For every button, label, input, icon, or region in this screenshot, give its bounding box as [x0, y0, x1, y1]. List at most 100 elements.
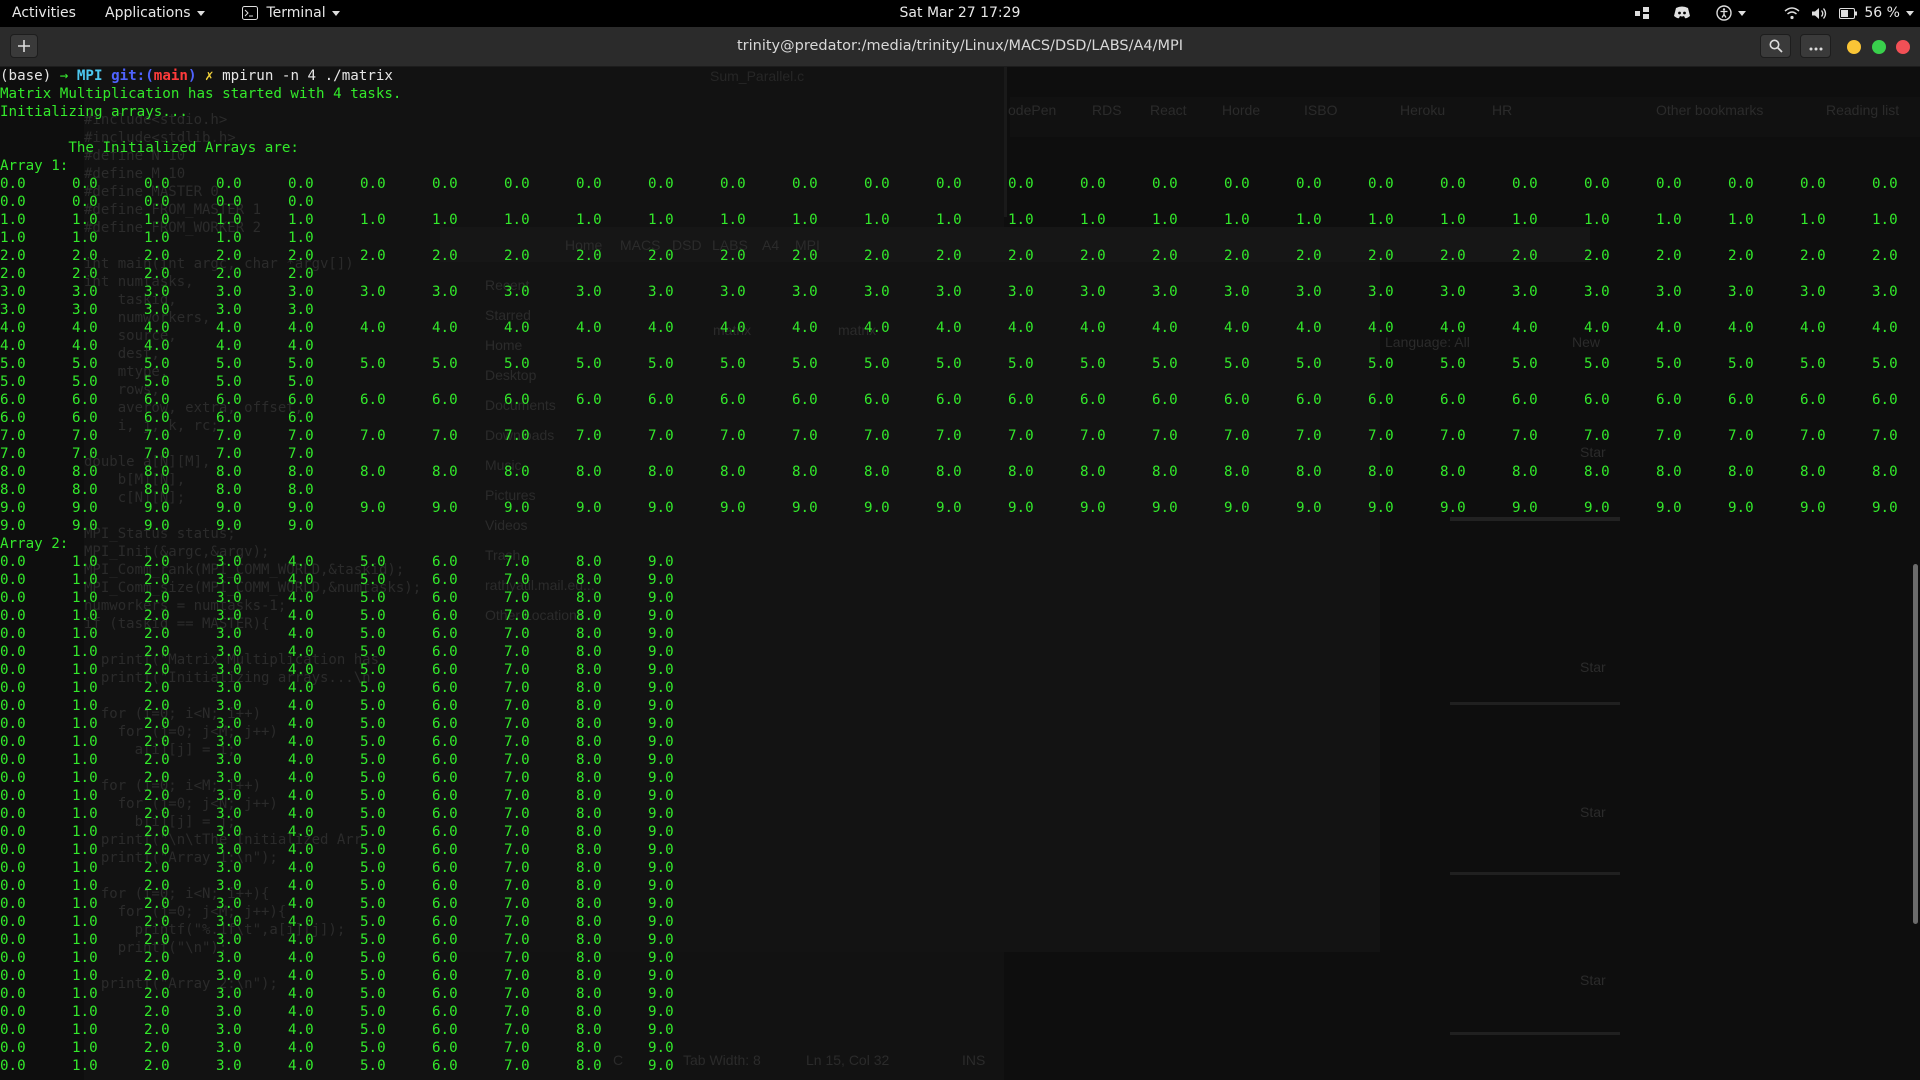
array1-row: 9.0 9.0 9.0 9.0 9.0 — [0, 517, 1920, 535]
matrix-cell: 5.0 — [504, 356, 530, 372]
matrix-cell: 6.0 — [432, 896, 458, 912]
matrix-cell: 4.0 — [288, 878, 314, 894]
matrix-cell: 8.0 — [576, 464, 602, 480]
array2-row: 0.0 1.0 2.0 3.0 4.0 5.0 6.0 7.0 8.0 9.0 — [0, 697, 1920, 715]
matrix-cell: 3.0 — [216, 1004, 242, 1020]
matrix-cell: 5.0 — [360, 806, 386, 822]
matrix-cell: 5.0 — [360, 878, 386, 894]
matrix-cell: 0.0 — [1368, 176, 1394, 192]
matrix-cell: 7.0 — [504, 608, 530, 624]
scrollbar[interactable] — [1910, 67, 1920, 1080]
matrix-cell: 8.0 — [576, 734, 602, 750]
matrix-cell: 0.0 — [0, 662, 26, 678]
matrix-cell: 5.0 — [1440, 356, 1466, 372]
matrix-cell: 6.0 — [936, 392, 962, 408]
matrix-cell: 1.0 — [1152, 212, 1178, 228]
prompt-directory: MPI — [76, 68, 103, 84]
matrix-cell: 2.0 — [1656, 248, 1682, 264]
close-button[interactable] — [1896, 40, 1910, 54]
matrix-cell: 7.0 — [72, 446, 98, 462]
matrix-cell: 0.0 — [0, 860, 26, 876]
matrix-cell: 2.0 — [0, 248, 26, 264]
matrix-cell: 1.0 — [72, 1058, 98, 1074]
matrix-cell: 1.0 — [1800, 212, 1826, 228]
matrix-cell: 1.0 — [864, 212, 890, 228]
matrix-cell: 2.0 — [504, 248, 530, 264]
matrix-cell: 7.0 — [1800, 428, 1826, 444]
matrix-cell: 2.0 — [1872, 248, 1898, 264]
matrix-cell: 6.0 — [432, 842, 458, 858]
matrix-cell: 0.0 — [0, 986, 26, 1002]
matrix-cell: 9.0 — [1080, 500, 1106, 516]
system-menu[interactable]: 56 % — [1784, 0, 1914, 27]
matrix-cell: 4.0 — [288, 986, 314, 1002]
array2-label: Array 2: — [0, 536, 69, 552]
applications-menu[interactable]: Applications — [105, 0, 205, 27]
matrix-cell: 5.0 — [864, 356, 890, 372]
discord-indicator[interactable] — [1673, 0, 1691, 27]
terminal-view[interactable]: #include<stdio.h> #include<stdlib.h> #defi… — [0, 67, 1920, 1080]
matrix-cell: 9.0 — [648, 842, 674, 858]
matrix-cell: 1.0 — [72, 878, 98, 894]
menu-button[interactable] — [1800, 34, 1831, 58]
wifi-icon — [1784, 6, 1800, 19]
terminal-app-menu[interactable]: Terminal — [242, 0, 340, 27]
matrix-cell: 4.0 — [1224, 320, 1250, 336]
matrix-cell: 7.0 — [504, 968, 530, 984]
activities-button[interactable]: Activities — [12, 0, 76, 27]
matrix-cell: 4.0 — [288, 752, 314, 768]
matrix-cell: 8.0 — [1728, 464, 1754, 480]
matrix-cell: 6.0 — [432, 608, 458, 624]
clock[interactable]: Sat Mar 27 17:29 — [900, 5, 1021, 21]
matrix-cell: 6.0 — [1512, 392, 1538, 408]
array2-row: 0.0 1.0 2.0 3.0 4.0 5.0 6.0 7.0 8.0 9.0 — [0, 715, 1920, 733]
matrix-cell: 3.0 — [1008, 284, 1034, 300]
matrix-cell: 4.0 — [1080, 320, 1106, 336]
matrix-cell: 3.0 — [144, 302, 170, 318]
matrix-cell: 3.0 — [432, 284, 458, 300]
matrix-cell: 6.0 — [432, 1040, 458, 1056]
matrix-cell: 6.0 — [576, 392, 602, 408]
matrix-cell: 9.0 — [0, 500, 26, 516]
scrollbar-thumb[interactable] — [1913, 564, 1918, 924]
matrix-cell: 1.0 — [1872, 212, 1898, 228]
matrix-cell: 1.0 — [72, 770, 98, 786]
matrix-cell: 0.0 — [648, 176, 674, 192]
matrix-cell: 4.0 — [288, 698, 314, 714]
matrix-cell: 8.0 — [576, 896, 602, 912]
matrix-cell: 4.0 — [360, 320, 386, 336]
matrix-cell: 4.0 — [1800, 320, 1826, 336]
maximize-button[interactable] — [1872, 40, 1886, 54]
matrix-cell: 1.0 — [72, 590, 98, 606]
matrix-cell: 5.0 — [1512, 356, 1538, 372]
matrix-cell: 7.0 — [144, 428, 170, 444]
matrix-cell: 6.0 — [1008, 392, 1034, 408]
matrix-cell: 2.0 — [144, 770, 170, 786]
chevron-down-icon — [1738, 10, 1746, 16]
search-button[interactable] — [1760, 34, 1791, 58]
minimize-button[interactable] — [1847, 40, 1861, 54]
matrix-cell: 7.0 — [216, 446, 242, 462]
network-indicator[interactable] — [1634, 0, 1650, 27]
matrix-cell: 1.0 — [432, 212, 458, 228]
matrix-cell: 1.0 — [72, 1022, 98, 1038]
matrix-cell: 4.0 — [216, 338, 242, 354]
array2-row: 0.0 1.0 2.0 3.0 4.0 5.0 6.0 7.0 8.0 9.0 — [0, 787, 1920, 805]
matrix-cell: 5.0 — [360, 968, 386, 984]
matrix-cell: 4.0 — [144, 320, 170, 336]
matrix-cell: 3.0 — [216, 590, 242, 606]
matrix-cell: 0.0 — [1080, 176, 1106, 192]
array1-row: 0.0 0.0 0.0 0.0 0.0 — [0, 193, 1920, 211]
matrix-cell: 4.0 — [648, 320, 674, 336]
accessibility-menu[interactable] — [1716, 0, 1746, 27]
array2-row: 0.0 1.0 2.0 3.0 4.0 5.0 6.0 7.0 8.0 9.0 — [0, 1057, 1920, 1075]
matrix-cell: 0.0 — [1296, 176, 1322, 192]
matrix-cell: 5.0 — [360, 950, 386, 966]
matrix-cell: 5.0 — [0, 374, 26, 390]
matrix-cell: 9.0 — [1728, 500, 1754, 516]
matrix-cell: 8.0 — [576, 770, 602, 786]
matrix-cell: 0.0 — [1800, 176, 1826, 192]
matrix-cell: 2.0 — [144, 752, 170, 768]
matrix-cell: 0.0 — [1872, 176, 1898, 192]
matrix-cell: 7.0 — [1224, 428, 1250, 444]
